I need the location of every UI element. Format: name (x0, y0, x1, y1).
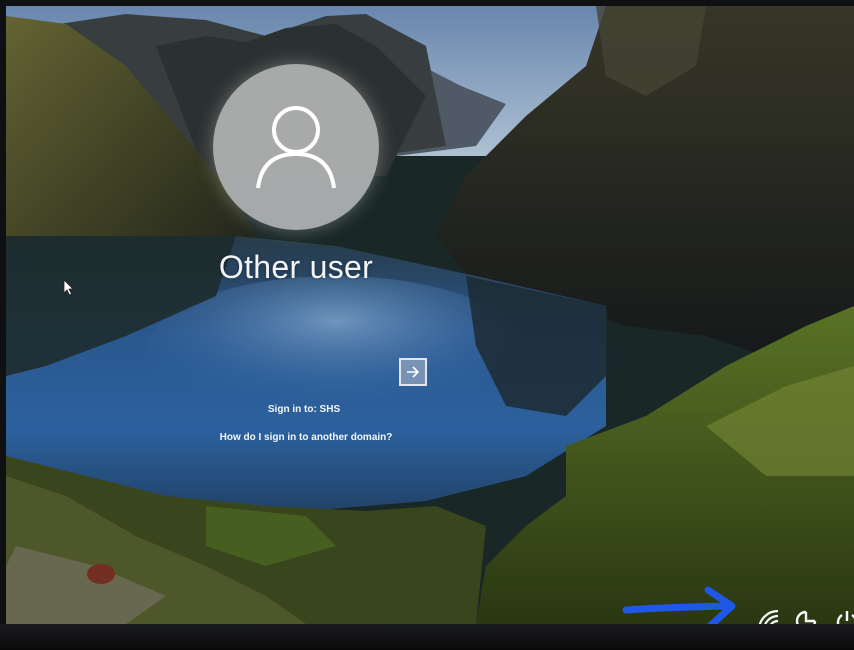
power-icon[interactable] (834, 608, 854, 624)
blue-annotation-arrow (622, 586, 736, 624)
monitor-bezel (0, 624, 854, 650)
ease-of-access-icon[interactable] (793, 608, 819, 624)
user-silhouette-icon (256, 106, 336, 189)
lock-screen: Other user Sign in to: SHS How do I sign… (6, 6, 854, 624)
user-avatar (213, 64, 379, 230)
lake-mountain-wallpaper (6, 6, 854, 624)
submit-arrow-button[interactable] (399, 358, 427, 386)
other-domain-help-link[interactable]: How do I sign in to another domain? (156, 432, 456, 443)
mouse-pointer-icon (63, 279, 74, 296)
sign-in-domain-label: Sign in to: SHS (267, 404, 341, 415)
network-icon[interactable] (756, 608, 782, 624)
arrow-right-icon (407, 366, 420, 378)
user-name-label: Other user (218, 249, 374, 285)
